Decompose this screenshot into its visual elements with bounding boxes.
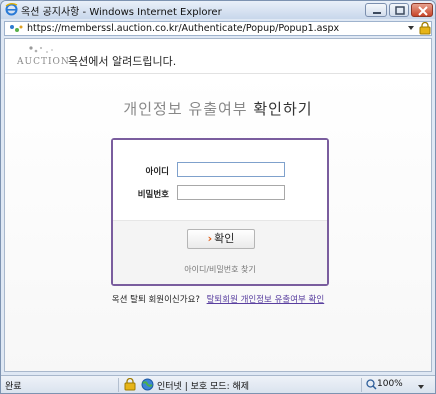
- title-light: 개인정보 유출여부: [123, 100, 248, 118]
- window-title: 옥션 공지사항 - Windows Internet Explorer: [21, 7, 222, 18]
- id-input[interactable]: [177, 162, 285, 177]
- notice-text: 옥션에서 알려드립니다.: [68, 55, 177, 68]
- status-divider: [361, 378, 362, 392]
- maximize-button[interactable]: [389, 3, 409, 17]
- login-fields: 아이디 비밀번호: [113, 140, 327, 221]
- dropdown-icon[interactable]: [407, 23, 415, 36]
- dropdown-icon[interactable]: [417, 381, 425, 393]
- login-box: 아이디 비밀번호 › 확인 아이디/비밀번호 찾기: [111, 138, 329, 286]
- close-icon: [418, 6, 428, 16]
- address-bar[interactable]: https://memberssl.auction.co.kr/Authenti…: [4, 21, 432, 36]
- withdraw-question: 옥션 탈퇴 회원이신가요?: [111, 295, 200, 305]
- maximize-icon: [395, 6, 405, 15]
- minimize-button[interactable]: [365, 3, 387, 17]
- arrow-icon: ›: [207, 232, 213, 245]
- main-area: 개인정보 유출여부 확인하기 아이디 비밀번호 › 확인 아이디/비밀번호 찾기 …: [5, 74, 431, 371]
- url-text[interactable]: https://memberssl.auction.co.kr/Authenti…: [27, 23, 339, 34]
- id-label: 아이디: [145, 167, 169, 177]
- password-input[interactable]: [177, 185, 285, 200]
- title-dark: 확인하기: [253, 100, 313, 118]
- confirm-button[interactable]: › 확인: [187, 229, 255, 249]
- confirm-label: 확인: [214, 232, 235, 245]
- popup-header: AUCTION 옥션에서 알려드립니다.: [5, 39, 431, 74]
- ie-window: 옥션 공지사항 - Windows Internet Explorer http…: [0, 0, 436, 394]
- page-title: 개인정보 유출여부 확인하기: [5, 98, 431, 119]
- find-id-password-link[interactable]: 아이디/비밀번호 찾기: [113, 264, 327, 275]
- globe-icon[interactable]: [141, 378, 154, 393]
- zoom-level[interactable]: 100%: [377, 379, 403, 389]
- password-label: 비밀번호: [137, 190, 169, 200]
- lock-icon[interactable]: [419, 21, 431, 38]
- auction-logo: AUCTION: [17, 44, 69, 70]
- title-bar[interactable]: 옥션 공지사항 - Windows Internet Explorer: [1, 1, 435, 19]
- status-divider: [118, 378, 119, 392]
- withdraw-check-link[interactable]: 탈퇴회원 개인정보 유출여부 확인: [207, 295, 325, 305]
- status-bar: 완료 인터넷 | 보호 모드: 해제 100%: [1, 375, 435, 393]
- minimize-icon: [373, 12, 381, 14]
- close-button[interactable]: [411, 3, 433, 17]
- ie-icon: [5, 3, 18, 16]
- page-content: AUCTION 옥션에서 알려드립니다. 개인정보 유출여부 확인하기 아이디 …: [4, 38, 432, 372]
- status-done: 완료: [5, 382, 22, 392]
- lock-icon[interactable]: [124, 377, 137, 393]
- withdraw-row: 옥션 탈퇴 회원이신가요? 탈퇴회원 개인정보 유출여부 확인: [5, 293, 431, 305]
- zoom-icon[interactable]: [366, 379, 377, 393]
- logo-text: AUCTION: [17, 57, 70, 67]
- security-zone[interactable]: 인터넷 | 보호 모드: 해제: [157, 379, 249, 392]
- page-icon: [8, 23, 24, 38]
